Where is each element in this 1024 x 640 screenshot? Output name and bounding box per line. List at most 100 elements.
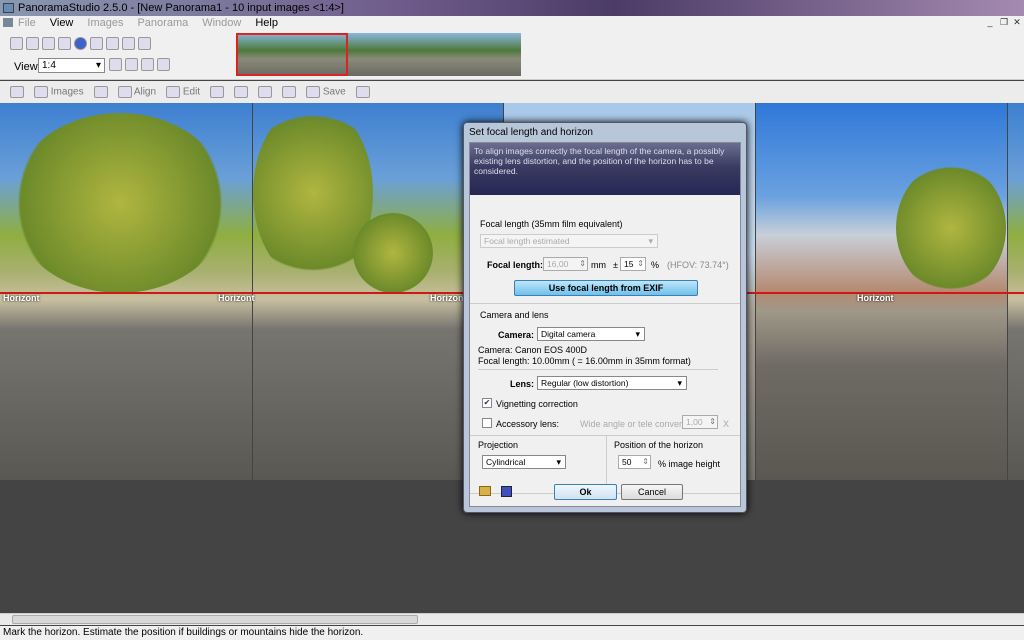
view-label: View: — [14, 61, 41, 73]
zoom-select[interactable]: 1:4 ▾ — [38, 58, 105, 73]
info-icon[interactable] — [58, 37, 71, 50]
lens-label: Lens: — [510, 379, 535, 389]
focal-length-input[interactable]: 16,00 — [543, 257, 588, 271]
new-icon[interactable] — [10, 37, 23, 50]
zoom-in-icon[interactable] — [109, 58, 122, 71]
close-icon[interactable]: ✕ — [1011, 17, 1023, 28]
zoom-value: 1:4 — [42, 60, 56, 71]
window-title: PanoramaStudio 2.5.0 - [New Panorama1 - … — [18, 2, 344, 14]
vignetting-label: Vignetting correction — [496, 399, 578, 409]
align-button[interactable]: Align — [117, 86, 157, 98]
lens-value: Regular (low distortion) — [541, 378, 629, 388]
zoom-out-icon[interactable] — [125, 58, 138, 71]
title-bar: PanoramaStudio 2.5.0 - [New Panorama1 - … — [0, 0, 1024, 16]
converter-input[interactable]: 1,00 — [682, 415, 718, 429]
menu-bar: File View Images Panorama Window Help — [0, 16, 1024, 30]
hfov-readout: (HFOV: 73.74°) — [667, 260, 729, 270]
tolerance-input[interactable]: 15 — [620, 257, 646, 271]
projection-select[interactable]: Cylindrical — [482, 455, 566, 469]
chevron-down-icon: ▾ — [95, 60, 101, 71]
zoom-fit-icon[interactable] — [141, 58, 154, 71]
flip-icon[interactable] — [138, 37, 151, 50]
images-button[interactable]: Images — [34, 86, 84, 98]
crop-icon[interactable] — [210, 86, 225, 98]
save-button[interactable]: Save — [306, 86, 346, 98]
document-icon[interactable] — [3, 18, 13, 27]
accessory-lens-label: Accessory lens: — [496, 419, 560, 429]
save-disk-icon — [306, 86, 321, 98]
lens-icon[interactable] — [93, 86, 108, 98]
edit-icon — [166, 86, 181, 98]
focal-length-label: Focal length: — [487, 260, 543, 270]
images-icon — [34, 86, 48, 98]
main-toolbar: View: 1:4 ▾ — [0, 30, 1024, 80]
help-icon[interactable] — [74, 37, 87, 50]
menu-images[interactable]: Images — [87, 17, 123, 29]
export-icon[interactable] — [234, 86, 249, 98]
focal-mode-select[interactable]: Focal length estimated — [480, 234, 658, 248]
projection-value: Cylindrical — [486, 457, 526, 467]
thumbnail-viewport[interactable] — [236, 33, 348, 76]
horizon-label: Horizont — [218, 293, 255, 303]
menu-file[interactable]: File — [18, 17, 36, 29]
ok-button[interactable]: Ok — [554, 484, 617, 500]
tolerance-unit: % — [651, 260, 660, 270]
save-icon[interactable] — [42, 37, 55, 50]
restore-icon[interactable]: ❐ — [998, 17, 1010, 28]
focal-mode-value: Focal length estimated — [484, 236, 570, 246]
fit-window-icon[interactable] — [157, 58, 170, 71]
align-label: Align — [133, 86, 157, 98]
menu-help[interactable]: Help — [255, 17, 278, 29]
rotate-right-icon[interactable] — [122, 37, 135, 50]
secondary-toolbar: Images Align Edit Save — [0, 81, 1024, 103]
app-icon — [3, 3, 14, 13]
scrollbar-thumb[interactable] — [12, 615, 418, 624]
horizon-position-label: Position of the horizon — [614, 440, 704, 450]
open-folder-icon[interactable] — [479, 486, 491, 496]
dialog-title: Set focal length and horizon — [469, 127, 593, 138]
edit-button[interactable]: Edit — [166, 86, 200, 98]
horizon-position-input[interactable]: 50 — [618, 455, 651, 469]
minimize-icon[interactable]: _ — [984, 17, 996, 27]
menu-window[interactable]: Window — [202, 17, 241, 29]
focal-section-label: Focal length (35mm film equivalent) — [480, 219, 623, 229]
lens-select[interactable]: Regular (low distortion) — [537, 376, 687, 390]
import-icon[interactable] — [10, 86, 24, 98]
edit-label: Edit — [182, 86, 201, 98]
status-bar: Mark the horizon. Estimate the position … — [0, 626, 1024, 640]
rotate-icon[interactable] — [90, 37, 103, 50]
converter-label: Wide angle or tele converter — [580, 419, 693, 429]
menu-view[interactable]: View — [50, 17, 74, 29]
horizon-unit: % image height — [658, 459, 721, 469]
save-label: Save — [322, 86, 346, 98]
accessory-lens-checkbox[interactable] — [482, 418, 492, 428]
use-exif-button[interactable]: Use focal length from EXIF — [514, 280, 698, 296]
horizon-label: Horizont — [3, 293, 40, 303]
vignetting-checkbox[interactable]: ✔ — [482, 398, 492, 408]
rotate-left-icon[interactable] — [106, 37, 119, 50]
camera-info: Camera: Canon EOS 400D — [478, 345, 588, 355]
projection-label: Projection — [478, 440, 519, 450]
horizon-label: Horizont — [430, 293, 467, 303]
dialog-intro: To align images correctly the focal leng… — [470, 143, 740, 195]
focal-unit: mm — [591, 260, 606, 270]
converter-unit: X — [723, 419, 730, 429]
camera-value: Digital camera — [541, 329, 596, 339]
horizontal-scrollbar[interactable] — [0, 613, 1024, 625]
print-icon[interactable] — [355, 86, 370, 98]
camera-select[interactable]: Digital camera — [537, 327, 645, 341]
align-icon — [117, 86, 132, 98]
save-disk-icon[interactable] — [501, 486, 512, 497]
tolerance-sign: ± — [613, 260, 618, 270]
camera-label: Camera: — [498, 330, 535, 340]
refresh-icon[interactable] — [282, 86, 297, 98]
open-icon[interactable] — [26, 37, 39, 50]
horizon-label: Horizont — [857, 293, 894, 303]
focal-length-dialog: Set focal length and horizon To align im… — [463, 122, 747, 513]
menu-panorama[interactable]: Panorama — [137, 17, 188, 29]
images-label: Images — [50, 86, 84, 98]
focal-info: Focal length: 10.00mm ( = 16.00mm in 35m… — [478, 356, 691, 366]
camera-section-label: Camera and lens — [480, 310, 549, 320]
cancel-button[interactable]: Cancel — [621, 484, 683, 500]
render-icon[interactable] — [258, 86, 273, 98]
